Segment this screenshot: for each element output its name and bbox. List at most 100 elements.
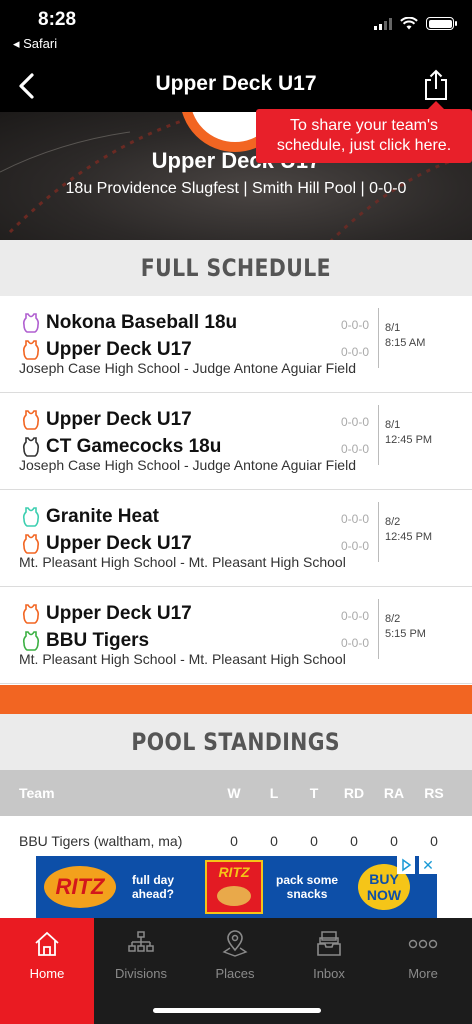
team-score: 0-0-0 [341,512,370,526]
status-time: 8:28 [38,9,77,30]
jersey-icon [22,313,40,333]
status-bar: 8:28 ◂ Safari [0,0,472,60]
game-venue: Mt. Pleasant High School - Mt. Pleasant … [19,651,346,667]
game-time: 12:45 PM [385,531,433,543]
ad-tagline-1a: full day [132,873,175,887]
tab-label: Home [29,966,65,981]
ad-tagline-2a: pack some [276,873,339,887]
ritz-box-logo: RITZ [218,864,250,880]
back-to-safari-link[interactable]: ◂ Safari [13,36,57,52]
divider [378,599,379,659]
ad-cta-line2: NOW [366,887,402,903]
divider [378,405,379,465]
team-score: 0-0-0 [341,442,370,456]
game-team-row: Granite Heat [22,504,159,530]
ad-tagline-2: pack some snacks [276,873,338,901]
schedule-list: Nokona Baseball 18u 0-0-0 Upper Deck U17… [0,296,472,684]
game-datetime: 8/2 5:15 PM [385,612,426,642]
team-name: CT Gamecocks 18u [46,436,222,457]
standings-header-row: Team W L T RD RA RS [0,770,472,816]
game-date: 8/1 [385,322,401,334]
game-time: 8:15 AM [385,337,426,349]
game-card[interactable]: Upper Deck U17 0-0-0 CT Gamecocks 18u 0-… [0,393,472,490]
tab-home[interactable]: Home [0,918,94,1024]
game-date: 8/2 [385,613,401,625]
game-datetime: 8/1 8:15 AM [385,321,425,351]
wifi-icon [400,17,418,30]
team-name: Upper Deck U17 [46,409,192,430]
tab-more[interactable]: More [376,918,470,986]
ad-tagline-2b: snacks [286,887,328,901]
jersey-icon [22,340,40,360]
jersey-icon [22,437,40,457]
standings-col-rd: RD [343,785,365,801]
more-dots-icon [408,939,438,949]
home-icon [35,931,59,956]
page-title: Upper Deck U17 [155,72,317,95]
divider [378,308,379,368]
divider [378,502,379,562]
game-datetime: 8/1 12:45 PM [385,418,432,448]
jersey-icon [22,604,40,624]
battery-icon [426,17,457,30]
game-time: 5:15 PM [385,628,426,640]
full-schedule-heading: FULL SCHEDULE [0,240,472,296]
standings-col-ra: RA [383,785,405,801]
ad-close-button[interactable]: ✕ [419,856,437,874]
ritz-logo: RITZ [44,866,116,908]
jersey-icon [22,631,40,651]
game-card[interactable]: Upper Deck U17 0-0-0 BBU Tigers 0-0-0 8/… [0,587,472,684]
section-separator-bar [0,685,472,715]
tab-divisions[interactable]: Divisions [94,918,188,986]
ad-tagline-1b: ahead? [132,887,175,901]
standings-col-t: T [309,785,319,801]
team-score: 0-0-0 [341,539,370,553]
adchoices-icon[interactable] [397,856,415,874]
game-card[interactable]: Nokona Baseball 18u 0-0-0 Upper Deck U17… [0,296,472,393]
game-team-row: Nokona Baseball 18u [22,310,237,336]
team-name: Granite Heat [46,506,159,527]
game-team-row: Upper Deck U17 [22,601,192,627]
crackers-graphic [217,886,251,906]
cellular-signal-icon [374,17,392,30]
ritz-advertisement-banner[interactable]: RITZ full day ahead? RITZ pack some snac… [36,856,437,918]
tab-label: More [408,966,438,981]
tab-inbox[interactable]: Inbox [282,918,376,986]
location-pin-icon [222,930,248,957]
standings-col-team: Team [19,785,55,801]
game-datetime: 8/2 12:45 PM [385,515,432,545]
adchoices-triangle-icon [402,858,412,872]
tab-label: Places [215,966,255,981]
tab-label: Divisions [114,966,167,981]
team-name: BBU Tigers [46,630,150,651]
game-time: 12:45 PM [385,434,433,446]
full-schedule-heading-text: FULL SCHEDULE [140,254,332,282]
standings-col-w: W [227,785,241,801]
team-score: 0-0-0 [341,318,370,332]
game-date: 8/1 [385,419,401,431]
team-score: 0-0-0 [341,345,370,359]
standings-col-l: L [269,785,279,801]
share-button[interactable] [418,66,454,104]
status-icons [374,17,457,30]
game-team-row: Upper Deck U17 [22,407,192,433]
jersey-icon [22,507,40,527]
hero-subtitle: 18u Providence Slugfest | Smith Hill Poo… [65,180,407,197]
team-name: Upper Deck U17 [46,603,192,624]
nav-bar: Upper Deck U17 [0,60,472,112]
tab-label: Inbox [313,966,345,981]
ritz-box-image: RITZ [205,860,263,914]
game-card[interactable]: Granite Heat 0-0-0 Upper Deck U17 0-0-0 … [0,490,472,587]
share-icon [425,69,447,100]
standings-col-rs: RS [424,785,444,801]
tab-places[interactable]: Places [188,918,282,986]
team-name: Upper Deck U17 [46,339,192,360]
bracket-icon [128,931,154,952]
inbox-icon [317,931,341,956]
home-indicator [153,1008,321,1013]
jersey-icon [22,410,40,430]
game-venue: Joseph Case High School - Judge Antone A… [19,457,356,473]
share-tooltip[interactable]: To share your team's schedule, just clic… [256,101,472,163]
team-score: 0-0-0 [341,415,370,429]
pool-standings-heading-text: POOL STANDINGS [131,728,341,756]
